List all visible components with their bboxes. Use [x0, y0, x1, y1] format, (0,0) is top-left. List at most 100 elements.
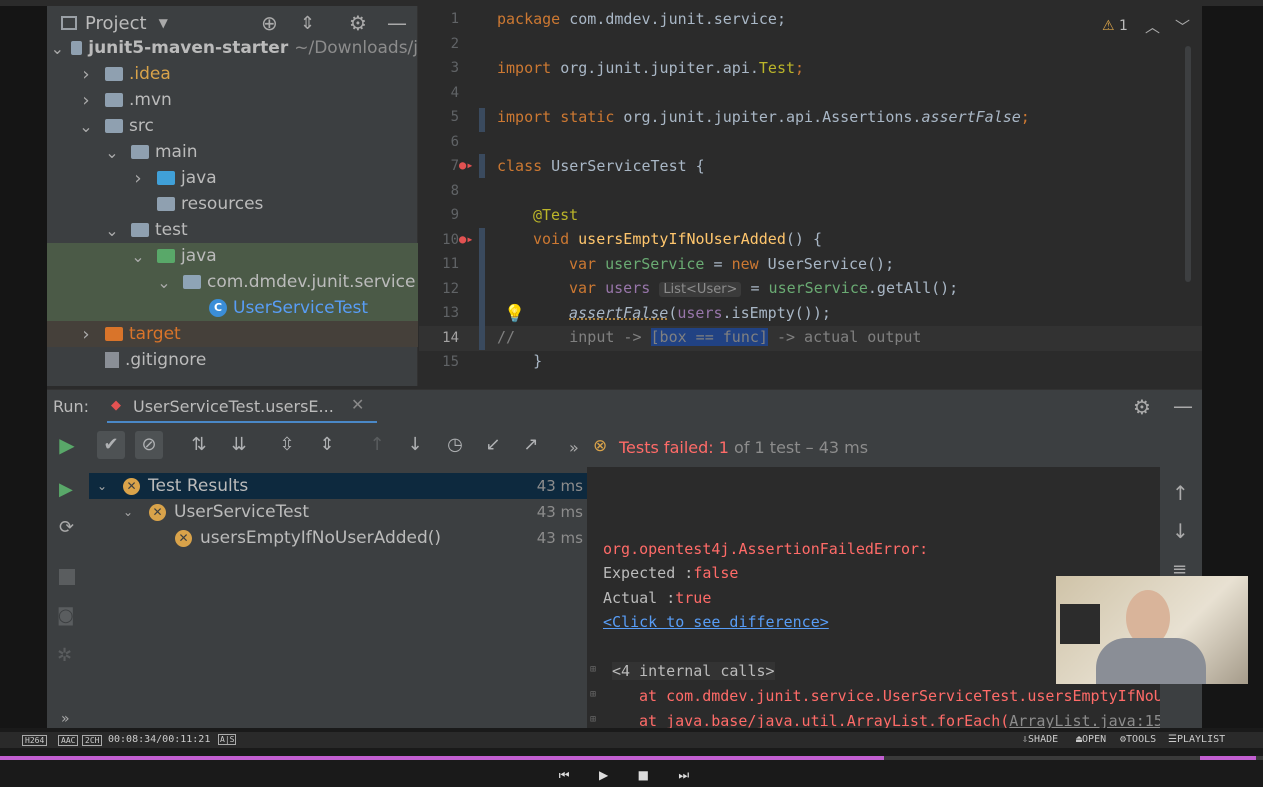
project-tree-item[interactable]: ⌄ test [47, 217, 418, 243]
stack-frame: at com.dmdev.junit.service.UserServiceTe… [639, 687, 1163, 705]
test-result-row[interactable]: ✕ usersEmptyIfNoUserAdded() 43 ms [89, 525, 587, 551]
project-tree-item[interactable]: ⌄ main [47, 139, 418, 165]
settings-icon[interactable]: ✲ [57, 645, 72, 666]
run-tab[interactable]: UserServiceTest.usersE... [133, 397, 334, 416]
show-passed-icon[interactable]: ✔ [97, 431, 125, 459]
shade-button[interactable]: ⇩SHADE [1022, 734, 1058, 745]
export-tests-icon[interactable]: ↗ [517, 431, 545, 459]
code-editor[interactable]: 1 2 3 4 5 6 7 8 9 10 11 12 13 14 15 ●▸ ●▸ 💡 package co… [419, 6, 1202, 386]
line-number: 9 [450, 207, 459, 223]
stop-icon[interactable]: ■ [638, 768, 649, 784]
project-tree-item[interactable]: ⌄ junit5-maven-starter ~/Downloads/j [47, 35, 418, 61]
tools-button[interactable]: ⚙TOOLS [1120, 734, 1156, 745]
project-tree-label: src [129, 116, 154, 136]
stop-icon[interactable] [59, 569, 75, 585]
left-letterbox [0, 6, 47, 728]
project-tree-item[interactable]: ⌄ java [47, 243, 418, 269]
fail-status-icon: ⊗ [593, 436, 608, 456]
project-panel-title[interactable]: Project [85, 13, 147, 34]
history-icon[interactable]: ◷ [441, 431, 469, 459]
editor-scrollbar[interactable] [1185, 46, 1191, 282]
code-line-1: package com.dmdev.junit.service; [497, 10, 786, 28]
toggle-auto-test-icon[interactable]: ⟳ [59, 517, 74, 538]
run-side-toolbar: ▶ ⟳ ◙ ✲ » [47, 467, 89, 728]
lightbulb-icon[interactable]: 💡 [504, 304, 525, 324]
chevron-right-icon[interactable]: › [79, 64, 93, 85]
chevron-down-icon[interactable]: ⌄ [95, 479, 109, 493]
project-tree-item[interactable]: › .idea [47, 61, 418, 87]
project-tree-label: .gitignore [125, 350, 207, 370]
more-icon[interactable]: » [569, 438, 579, 457]
playlist-button[interactable]: ☰PLAYLIST [1168, 734, 1225, 745]
collapse-all-icon[interactable]: ⇕ [300, 13, 315, 34]
expand-all-icon[interactable]: ⇳ [273, 431, 301, 459]
next-failed-icon[interactable]: ↓ [401, 431, 429, 459]
close-tab-icon[interactable]: ✕ [351, 395, 364, 414]
test-duration: 43 ms [536, 477, 583, 495]
chair [1060, 604, 1100, 644]
chevron-right-icon[interactable]: › [131, 168, 145, 189]
chevron-right-icon[interactable]: › [79, 90, 93, 111]
diff-link[interactable]: <Click to see difference> [603, 613, 829, 631]
project-tree-label: resources [181, 194, 264, 214]
arrow-down-icon[interactable]: ↓ [1172, 519, 1189, 543]
project-tree-label: target [129, 324, 181, 344]
chevron-right-icon[interactable]: › [79, 324, 93, 345]
chevron-down-icon[interactable]: ⌄ [131, 247, 145, 266]
locate-icon[interactable]: ⊕ [261, 11, 278, 35]
sort-duration-icon[interactable]: ⇊ [225, 431, 253, 459]
project-tree-item[interactable]: ⌄ src [47, 113, 418, 139]
sort-alpha-icon[interactable]: ⇅ [185, 431, 213, 459]
test-result-row[interactable]: ⌄ ✕ UserServiceTest 43 ms [89, 499, 587, 525]
fail-icon: ✕ [123, 477, 140, 495]
project-tree-label: junit5-maven-starter [88, 38, 289, 58]
warning-indicator[interactable]: ⚠ 1 [1102, 18, 1128, 34]
run-toolbar: ▶ ✔ ⊘ ⇅ ⇊ ⇳ ⇕ ↑ ↓ ◷ ↙ ↗ » ⊗ Tests failed… [47, 423, 1202, 467]
next-icon[interactable]: ⏭ [678, 768, 689, 784]
line-number: 12 [442, 280, 459, 297]
project-tree-item[interactable]: › target [47, 321, 418, 347]
fold-icon[interactable]: ⊞ [590, 714, 596, 725]
import-tests-icon[interactable]: ↙ [479, 431, 507, 459]
project-tree-item[interactable]: ⌄ com.dmdev.junit.service [47, 269, 418, 295]
chevron-down-icon[interactable]: ⌄ [51, 39, 64, 58]
chevron-down-icon[interactable]: ▼ [159, 16, 168, 30]
play-icon[interactable]: ▶ [599, 768, 608, 784]
project-tree-item[interactable]: C UserServiceTest [47, 295, 418, 321]
more-actions-icon[interactable]: » [61, 711, 70, 727]
open-button[interactable]: ⏏OPEN [1076, 734, 1106, 745]
project-tree-item[interactable]: › java [47, 165, 418, 191]
arrow-up-icon[interactable]: ↑ [1172, 481, 1189, 505]
code-line-3: import org.junit.jupiter.api.Test; [497, 59, 805, 77]
internal-calls[interactable]: <4 internal calls> [612, 662, 775, 680]
time-display: 00:08:34/00:11:21 [108, 734, 211, 745]
rerun-failed-icon[interactable]: ▶ [59, 479, 73, 500]
fold-icon[interactable]: ⊞ [590, 664, 596, 675]
gear-icon[interactable]: ⚙ [349, 11, 367, 35]
run-test-method-icon[interactable]: ●▸ [459, 232, 473, 246]
project-tree-item[interactable]: .gitignore [47, 347, 418, 373]
collapse-all-icon[interactable]: ⇕ [313, 431, 341, 459]
project-tree-item[interactable]: › .mvn [47, 87, 418, 113]
project-tree-item[interactable]: resources [47, 191, 418, 217]
volume-bar[interactable] [1200, 756, 1256, 760]
prev-failed-icon[interactable]: ↑ [363, 431, 391, 459]
chevron-down-icon[interactable]: ﹀ [1175, 16, 1190, 37]
line-number: 6 [450, 133, 459, 150]
show-ignored-icon[interactable]: ⊘ [135, 431, 163, 459]
fold-icon[interactable]: ⊞ [590, 689, 596, 700]
chevron-down-icon[interactable]: ⌄ [105, 143, 119, 162]
test-result-row[interactable]: ⌄ ✕ Test Results 43 ms [89, 473, 587, 499]
camera-icon[interactable]: ◙ [57, 605, 74, 626]
run-test-class-icon[interactable]: ●▸ [459, 158, 473, 172]
gear-icon[interactable]: ⚙ [1133, 395, 1151, 419]
previous-icon[interactable]: ⏮ [559, 768, 570, 784]
chevron-down-icon[interactable]: ⌄ [105, 221, 119, 240]
chevron-down-icon[interactable]: ⌄ [157, 273, 171, 292]
rerun-icon[interactable]: ▶ [53, 431, 81, 459]
chevron-down-icon[interactable]: ⌄ [79, 117, 93, 136]
minimize-icon[interactable]: — [1173, 394, 1193, 418]
chevron-down-icon[interactable]: ⌄ [121, 505, 135, 519]
minimize-icon[interactable]: — [387, 11, 407, 35]
chevron-up-icon[interactable]: ︿ [1145, 16, 1160, 37]
